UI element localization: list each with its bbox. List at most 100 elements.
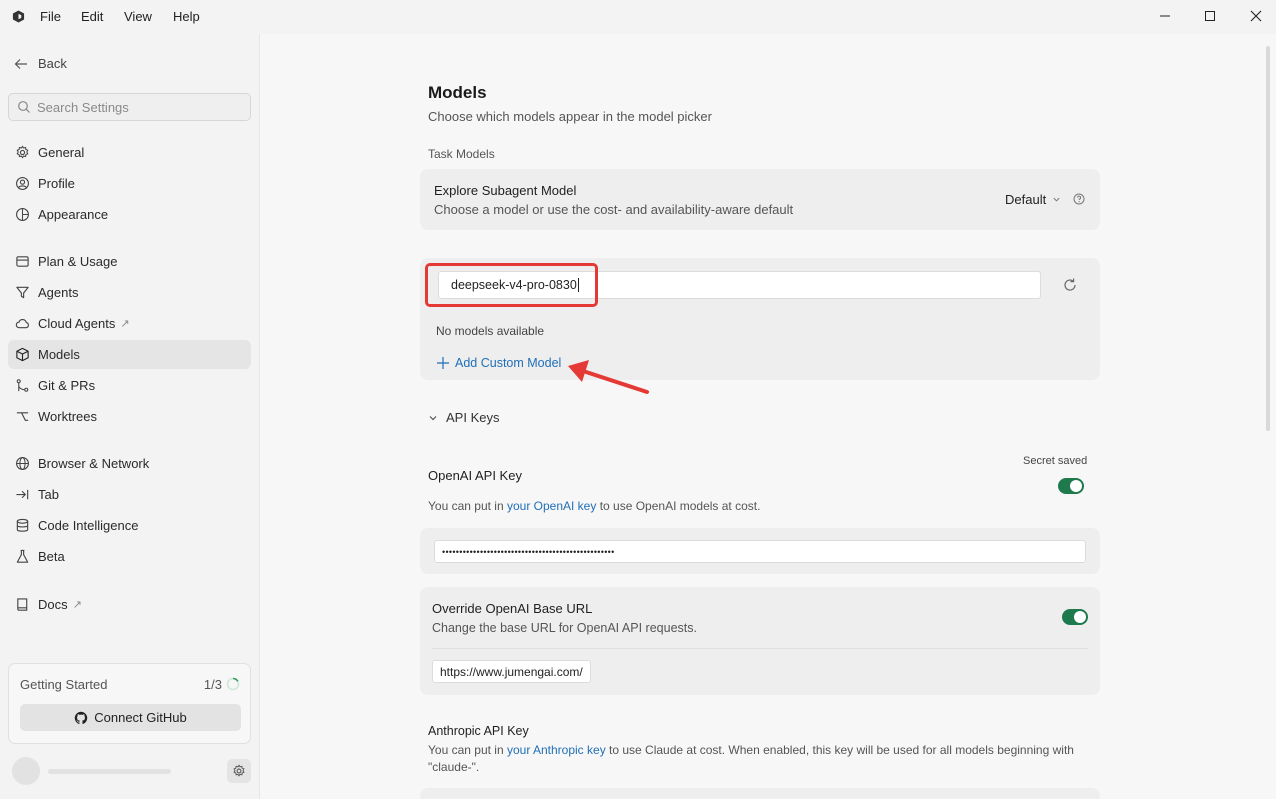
anthropic-key-title: Anthropic API Key xyxy=(428,724,529,738)
back-button[interactable]: Back xyxy=(14,56,67,71)
database-icon xyxy=(16,518,29,532)
anthropic-desc-text: "claude-". xyxy=(428,760,480,774)
user-account-row xyxy=(12,757,252,785)
search-icon xyxy=(18,101,30,113)
maximize-button[interactable] xyxy=(1199,6,1221,26)
openai-key-link[interactable]: your OpenAI key xyxy=(507,499,596,513)
user-circle-icon xyxy=(16,177,29,190)
sidebar-item-label: Profile xyxy=(38,176,75,191)
connect-github-button[interactable]: Connect GitHub xyxy=(20,704,241,731)
user-name-placeholder xyxy=(48,769,171,774)
anthropic-key-desc: You can put in your Anthropic key to use… xyxy=(428,742,1088,776)
palette-icon xyxy=(16,208,29,221)
openai-key-toggle[interactable] xyxy=(1058,478,1084,494)
override-base-url-title: Override OpenAI Base URL xyxy=(432,601,593,616)
sidebar-item-label: Appearance xyxy=(38,207,109,222)
openai-key-desc: You can put in your OpenAI key to use Op… xyxy=(428,499,760,513)
sidebar-item-label: Cloud Agents xyxy=(38,316,116,331)
title-bar: File Edit View Help xyxy=(0,0,1276,34)
receipt-icon xyxy=(16,256,29,267)
sidebar-item-label: Browser & Network xyxy=(38,456,150,471)
add-custom-model-label: Add Custom Model xyxy=(455,356,562,370)
annotation-highlight-box xyxy=(425,263,598,307)
sidebar-item-label: Docs xyxy=(38,597,68,612)
api-keys-label: API Keys xyxy=(446,410,500,425)
chevron-down-icon xyxy=(1053,197,1060,202)
minimize-icon xyxy=(1160,15,1170,17)
sidebar-item-label: Agents xyxy=(38,285,79,300)
chevron-down-icon xyxy=(429,415,437,420)
scrollbar[interactable] xyxy=(1266,46,1270,431)
openai-key-input[interactable]: ••••••••••••••••••••••••••••••••••••••••… xyxy=(434,540,1086,563)
flask-icon xyxy=(16,549,29,563)
sidebar-item-tab[interactable]: Tab xyxy=(8,480,251,509)
menu-view[interactable]: View xyxy=(124,9,152,24)
openai-key-title: OpenAI API Key xyxy=(428,468,522,483)
sidebar-item-plan-usage[interactable]: Plan & Usage xyxy=(8,247,251,276)
sidebar-item-docs[interactable]: Docs ↗ xyxy=(8,590,251,619)
external-link-icon: ↗ xyxy=(72,599,82,611)
sidebar-item-profile[interactable]: Profile xyxy=(8,169,251,198)
branch-icon xyxy=(16,412,29,421)
sidebar-item-agents[interactable]: Agents xyxy=(8,278,251,307)
getting-started-progress: 1/3 xyxy=(203,677,222,692)
annotation-arrow xyxy=(568,360,649,394)
sidebar-item-models[interactable]: Models xyxy=(8,340,251,369)
anthropic-desc-text: to use Claude at cost. When enabled, thi… xyxy=(605,743,1074,757)
override-base-url-toggle[interactable] xyxy=(1062,609,1088,625)
filter-icon xyxy=(16,286,29,299)
explore-model-select-value: Default xyxy=(1005,192,1047,207)
openai-desc-text: You can put in xyxy=(428,499,507,513)
sidebar-item-code-intelligence[interactable]: Code Intelligence xyxy=(8,511,251,540)
override-base-url-card: Override OpenAI Base URL Change the base… xyxy=(420,587,1100,695)
close-button[interactable] xyxy=(1245,6,1267,26)
book-icon xyxy=(17,598,28,611)
github-icon xyxy=(75,711,88,724)
explore-model-select[interactable]: Default xyxy=(1005,192,1061,207)
sidebar-item-browser-network[interactable]: Browser & Network xyxy=(8,449,251,478)
divider xyxy=(432,648,1088,649)
anthropic-key-link[interactable]: your Anthropic key xyxy=(507,743,606,757)
cloud-icon xyxy=(15,319,29,329)
sidebar-item-label: Beta xyxy=(38,549,65,564)
settings-main: Models Choose which models appear in the… xyxy=(261,34,1276,799)
explore-subagent-desc: Choose a model or use the cost- and avai… xyxy=(434,202,794,217)
plus-icon xyxy=(437,357,449,369)
connect-github-label: Connect GitHub xyxy=(94,710,187,725)
gear-icon xyxy=(233,764,245,777)
settings-sidebar: Back Search Settings General Profile App… xyxy=(0,34,260,799)
sidebar-item-git-prs[interactable]: Git & PRs xyxy=(8,371,251,400)
sidebar-item-worktrees[interactable]: Worktrees xyxy=(8,402,251,431)
menu-edit[interactable]: Edit xyxy=(81,9,103,24)
anthropic-key-card xyxy=(420,788,1100,799)
api-keys-section-toggle[interactable]: API Keys xyxy=(428,410,499,425)
avatar[interactable] xyxy=(12,757,40,785)
progress-ring-icon xyxy=(226,677,240,691)
sidebar-item-appearance[interactable]: Appearance xyxy=(8,200,251,229)
sidebar-item-label: General xyxy=(38,145,85,160)
help-icon[interactable] xyxy=(1073,193,1085,205)
sidebar-item-beta[interactable]: Beta xyxy=(8,542,251,571)
external-link-icon: ↗ xyxy=(120,318,130,330)
sidebar-item-label: Code Intelligence xyxy=(38,518,139,533)
openai-key-card: ••••••••••••••••••••••••••••••••••••••••… xyxy=(420,528,1100,574)
sidebar-item-label: Models xyxy=(38,347,80,362)
sidebar-item-label: Worktrees xyxy=(38,409,97,424)
override-base-url-desc: Change the base URL for OpenAI API reque… xyxy=(432,621,697,635)
add-custom-model-button[interactable]: Add Custom Model xyxy=(436,356,561,370)
refresh-icon[interactable] xyxy=(1062,277,1078,293)
search-placeholder: Search Settings xyxy=(37,99,129,115)
minimize-button[interactable] xyxy=(1154,6,1176,26)
base-url-input[interactable]: https://www.jumengai.com/ xyxy=(432,660,591,683)
sidebar-item-general[interactable]: General xyxy=(8,138,251,167)
sidebar-item-cloud-agents[interactable]: Cloud Agents ↗ xyxy=(8,309,251,338)
explore-subagent-card: Explore Subagent Model Choose a model or… xyxy=(420,169,1100,230)
cube-icon xyxy=(16,347,29,362)
task-models-label: Task Models xyxy=(428,147,495,161)
menu-file[interactable]: File xyxy=(40,9,61,24)
menu-help[interactable]: Help xyxy=(173,9,200,24)
account-settings-button[interactable] xyxy=(227,759,251,783)
search-settings-input[interactable]: Search Settings xyxy=(8,93,251,121)
back-label: Back xyxy=(38,56,67,71)
page-title: Models xyxy=(428,83,487,102)
